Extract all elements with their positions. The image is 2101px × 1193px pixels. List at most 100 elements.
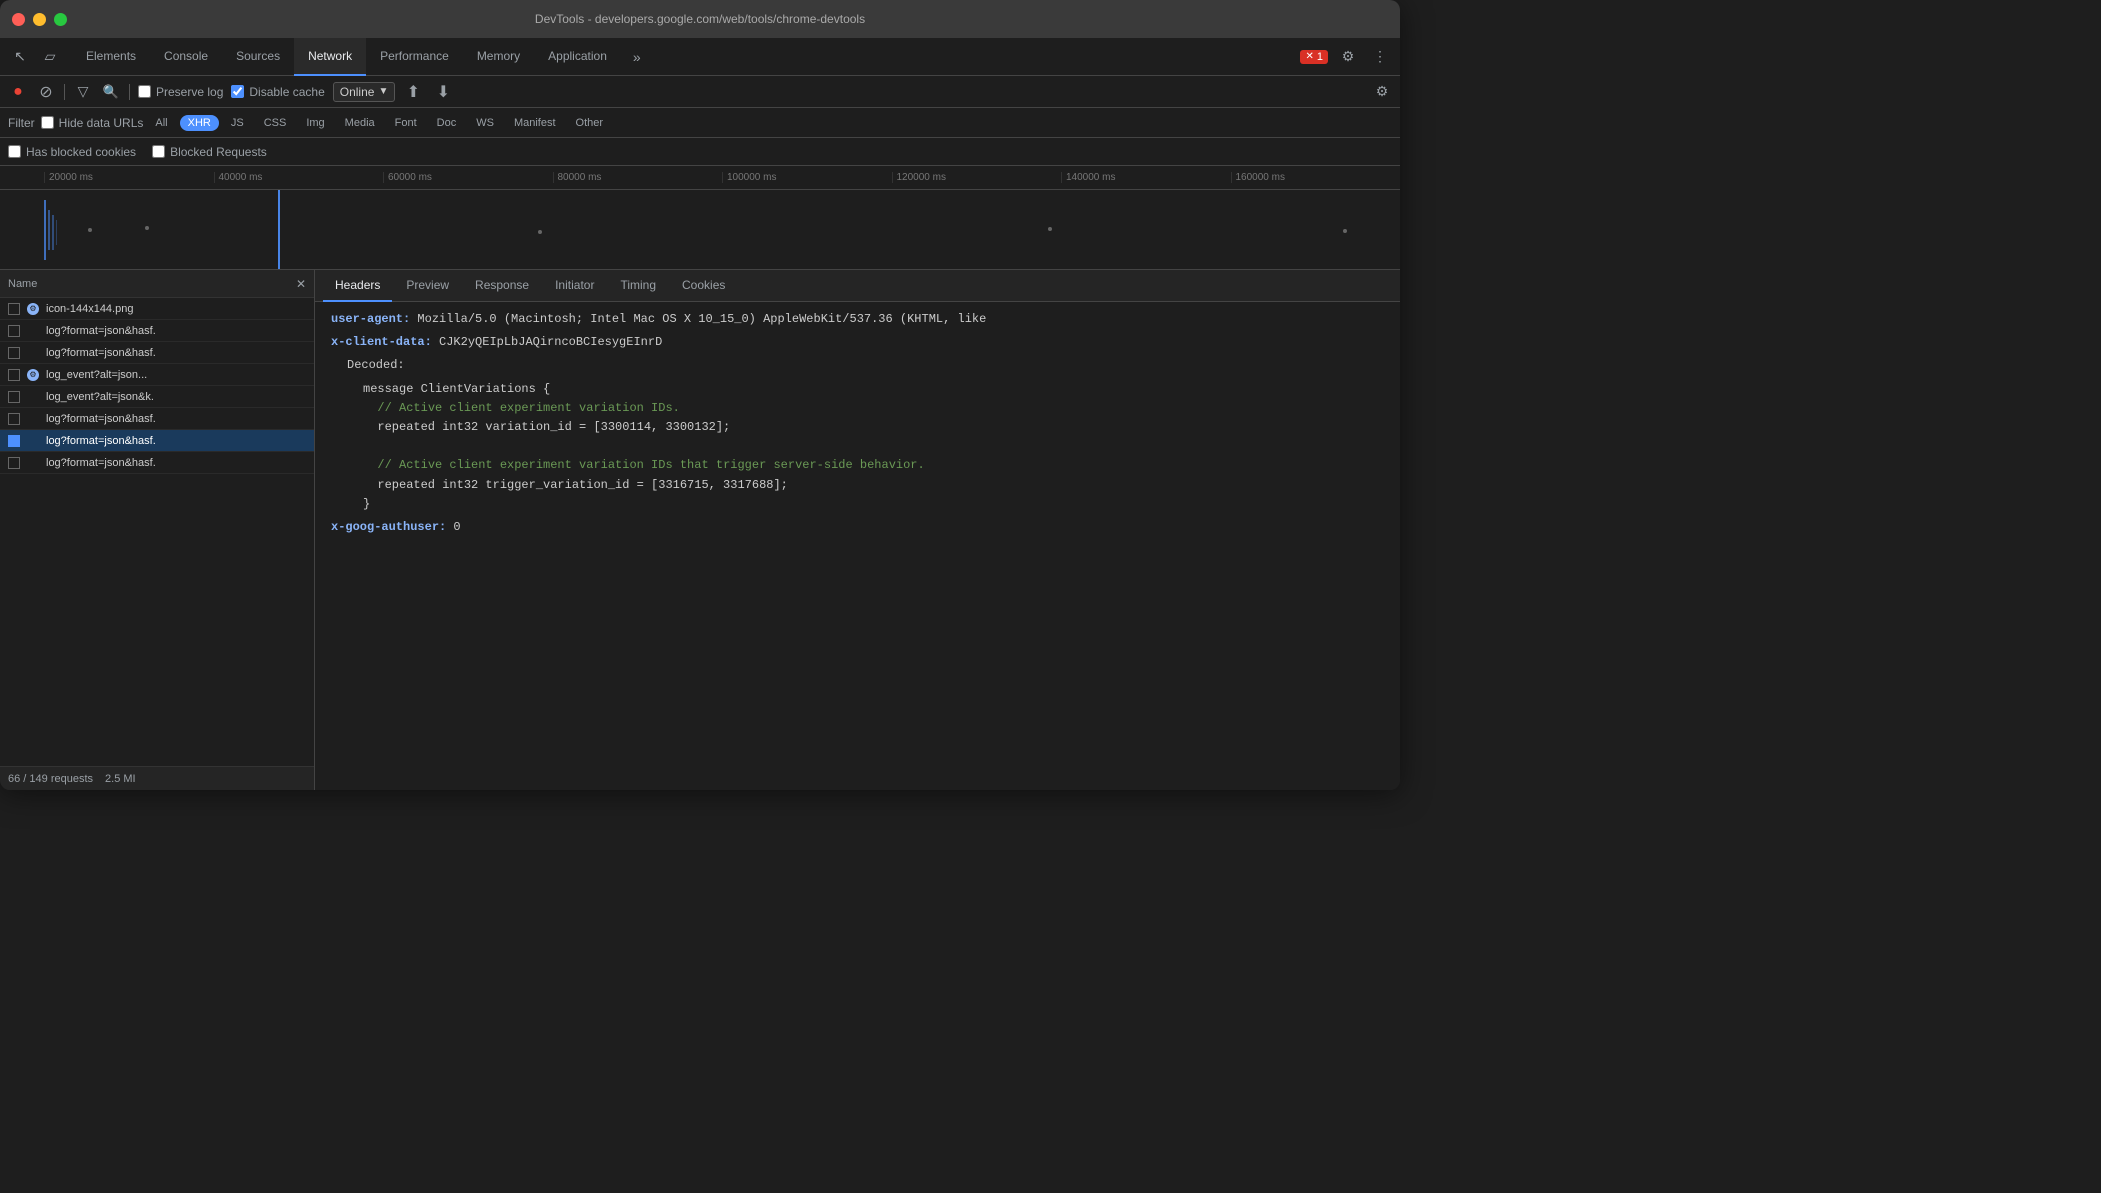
filter-other[interactable]: Other [568, 115, 612, 131]
tab-bar-right: ✕ 1 ⚙ ⋮ [1300, 45, 1392, 69]
tab-preview[interactable]: Preview [394, 270, 461, 302]
search-icon[interactable]: 🔍 [101, 82, 121, 102]
divider [64, 84, 65, 100]
request-list-panel: Name ✕ ⚙ icon-144x144.png log?form [0, 270, 315, 790]
request-type-icon [26, 346, 40, 360]
tab-timing[interactable]: Timing [608, 270, 668, 302]
tab-response[interactable]: Response [463, 270, 541, 302]
error-badge: ✕ 1 [1300, 50, 1328, 64]
tab-elements[interactable]: Elements [72, 38, 150, 76]
filter-all[interactable]: All [147, 115, 175, 131]
more-tabs-button[interactable]: » [625, 49, 649, 65]
request-checkbox[interactable] [8, 369, 20, 381]
request-item[interactable]: log?format=json&hasf. [0, 452, 314, 474]
blocked-requests-label[interactable]: Blocked Requests [152, 145, 267, 159]
window-title: DevTools - developers.google.com/web/too… [535, 12, 865, 26]
filter-js[interactable]: JS [223, 115, 252, 131]
request-name: log?format=json&hasf. [46, 435, 306, 447]
tab-sources[interactable]: Sources [222, 38, 294, 76]
close-detail-panel-button[interactable]: ✕ [296, 277, 306, 291]
request-item[interactable]: ⚙ log_event?alt=json... [0, 364, 314, 386]
request-checkbox[interactable] [8, 303, 20, 315]
request-checkbox[interactable] [8, 413, 20, 425]
gear-icon: ⚙ [27, 369, 39, 381]
request-item[interactable]: log?format=json&hasf. [0, 320, 314, 342]
request-checkbox[interactable] [8, 347, 20, 359]
disable-cache-checkbox[interactable] [231, 85, 244, 98]
filter-manifest[interactable]: Manifest [506, 115, 564, 131]
cursor-icon[interactable]: ↖ [8, 45, 32, 69]
request-type-icon: ⚙ [26, 302, 40, 316]
device-toggle-icon[interactable]: ▱ [38, 45, 62, 69]
maximize-button[interactable] [54, 13, 67, 26]
request-item[interactable]: log_event?alt=json&k. [0, 386, 314, 408]
close-button[interactable] [12, 13, 25, 26]
request-checkbox[interactable] [8, 391, 20, 403]
request-item[interactable]: log?format=json&hasf. [0, 342, 314, 364]
hide-data-urls-label[interactable]: Hide data URLs [41, 116, 144, 130]
more-options-icon[interactable]: ⋮ [1368, 45, 1392, 69]
disable-cache-label[interactable]: Disable cache [231, 85, 324, 99]
tab-application[interactable]: Application [534, 38, 621, 76]
request-name: log?format=json&hasf. [46, 457, 306, 469]
has-blocked-cookies-checkbox[interactable] [8, 145, 21, 158]
preserve-log-label[interactable]: Preserve log [138, 85, 223, 99]
request-checkbox[interactable] [8, 457, 20, 469]
filter-media[interactable]: Media [337, 115, 383, 131]
request-name: log?format=json&hasf. [46, 413, 306, 425]
filter-doc[interactable]: Doc [429, 115, 465, 131]
has-blocked-cookies-label[interactable]: Has blocked cookies [8, 145, 136, 159]
x-client-data-value: CJK2yQEIpLbJAQirncoBCIesygEInrD [439, 335, 662, 349]
x-goog-authuser-value: 0 [453, 520, 460, 534]
waterfall-chart [0, 190, 1400, 270]
error-icon: ✕ [1305, 51, 1313, 62]
request-type-icon [26, 412, 40, 426]
main-content-area: Name ✕ ⚙ icon-144x144.png log?form [0, 270, 1400, 790]
tab-bar: ↖ ▱ Elements Console Sources Network Per… [0, 38, 1400, 76]
upload-icon[interactable]: ⬆ [403, 82, 423, 102]
hide-data-urls-checkbox[interactable] [41, 116, 54, 129]
clear-button[interactable]: ⊘ [36, 82, 56, 102]
request-name: log_event?alt=json... [46, 369, 306, 381]
chevron-down-icon: ▼ [378, 86, 388, 97]
filter-ws[interactable]: WS [468, 115, 502, 131]
request-item[interactable]: log?format=json&hasf. [0, 408, 314, 430]
request-checkbox[interactable] [8, 325, 20, 337]
filter-icon[interactable]: ▽ [73, 82, 93, 102]
filter-font[interactable]: Font [387, 115, 425, 131]
settings-icon[interactable]: ⚙ [1336, 45, 1360, 69]
timeline-label-4: 100000 ms [722, 172, 892, 183]
tab-memory[interactable]: Memory [463, 38, 534, 76]
tab-cookies[interactable]: Cookies [670, 270, 737, 302]
tab-performance[interactable]: Performance [366, 38, 463, 76]
filter-xhr[interactable]: XHR [180, 115, 219, 131]
network-toolbar: ● ⊘ ▽ 🔍 Preserve log Disable cache Onlin… [0, 76, 1400, 108]
request-item-selected[interactable]: log?format=json&hasf. [0, 430, 314, 452]
record-button[interactable]: ● [8, 82, 28, 102]
user-agent-key: user-agent: [331, 312, 410, 326]
devtools-icons: ↖ ▱ [8, 45, 62, 69]
tab-headers[interactable]: Headers [323, 270, 392, 302]
tab-network[interactable]: Network [294, 38, 366, 76]
network-settings-icon[interactable]: ⚙ [1372, 82, 1392, 102]
code-block: message ClientVariations { // Active cli… [347, 380, 1384, 514]
request-item[interactable]: ⚙ icon-144x144.png [0, 298, 314, 320]
request-checkbox[interactable] [8, 435, 20, 447]
filter-chips-row: Filter Hide data URLs All XHR JS CSS Img… [0, 108, 1400, 138]
filter-css[interactable]: CSS [256, 115, 295, 131]
transfer-size: 2.5 MI [105, 773, 136, 785]
throttle-select[interactable]: Online ▼ [333, 82, 396, 102]
timeline-labels-row: 20000 ms 40000 ms 60000 ms 80000 ms 1000… [0, 166, 1400, 190]
filter-label: Filter [8, 116, 35, 130]
preserve-log-checkbox[interactable] [138, 85, 151, 98]
x-client-data-row: x-client-data: CJK2yQEIpLbJAQirncoBCIesy… [331, 333, 1384, 352]
minimize-button[interactable] [33, 13, 46, 26]
divider2 [129, 84, 130, 100]
request-type-icon [26, 456, 40, 470]
tab-initiator[interactable]: Initiator [543, 270, 606, 302]
filter-img[interactable]: Img [298, 115, 332, 131]
download-icon[interactable]: ⬇ [433, 82, 453, 102]
blocked-requests-checkbox[interactable] [152, 145, 165, 158]
request-count: 66 / 149 requests [8, 773, 93, 785]
tab-console[interactable]: Console [150, 38, 222, 76]
